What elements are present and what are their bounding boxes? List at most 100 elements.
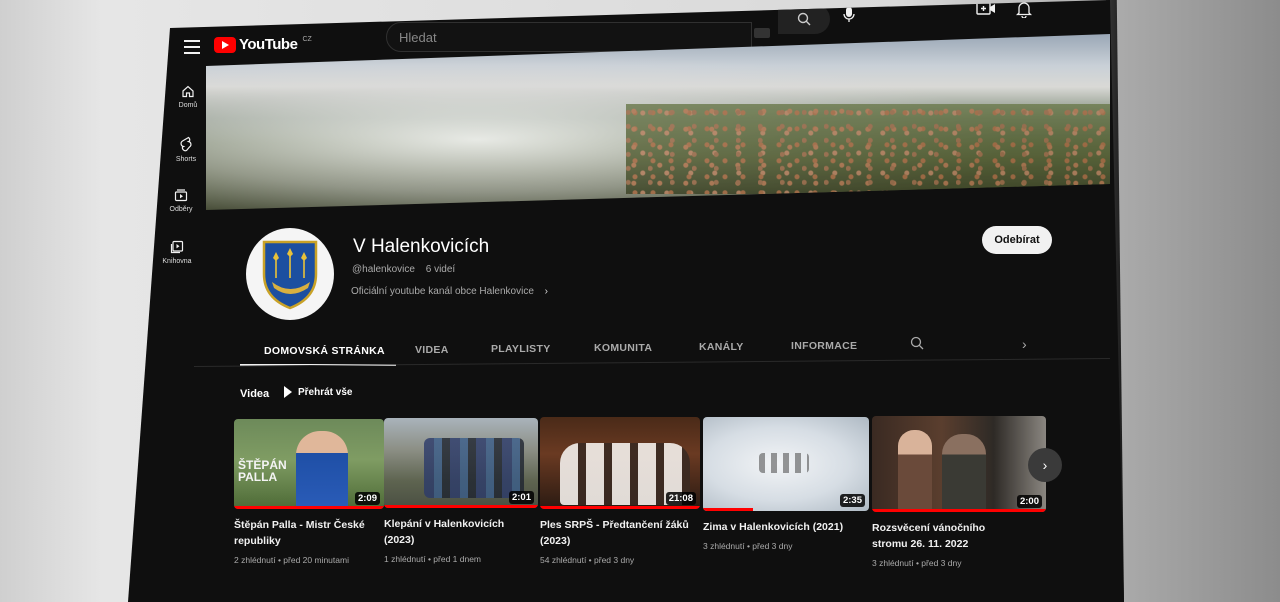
notifications-button[interactable] bbox=[1015, 0, 1034, 19]
play-icon bbox=[284, 386, 292, 398]
channel-description-text: Oficiální youtube kanál obce Halenkovice bbox=[351, 286, 534, 297]
video-title-line: republiky bbox=[234, 535, 281, 547]
keyboard-icon[interactable] bbox=[754, 28, 770, 38]
thumbnail-person bbox=[296, 431, 348, 509]
video-title-line: stromu 26. 11. 2022 bbox=[872, 538, 969, 550]
video-duration: 2:00 bbox=[1016, 495, 1042, 508]
sidebar-item-library[interactable]: Knihovna bbox=[157, 240, 197, 265]
sidebar-item-subscriptions[interactable]: Odběry bbox=[161, 188, 201, 213]
video-card[interactable]: 21:08 Ples SRPŠ - Předtančení žáků (2023… bbox=[540, 417, 700, 565]
video-thumbnail[interactable]: 2:01 bbox=[384, 418, 538, 508]
sidebar-item-label: Knihovna bbox=[162, 258, 192, 265]
create-video-icon bbox=[976, 2, 995, 15]
video-meta: 1 zhlédnutí • před 1 dnem bbox=[384, 554, 482, 564]
country-code: CZ bbox=[302, 36, 312, 43]
video-title[interactable]: Rozsvěcení vánočního stromu 26. 11. 2022 bbox=[872, 520, 1046, 552]
video-duration: 21:08 bbox=[665, 492, 696, 505]
video-duration: 2:09 bbox=[354, 492, 380, 505]
channel-banner bbox=[206, 34, 1110, 210]
subscriptions-icon bbox=[174, 189, 188, 202]
tab-videos[interactable]: VIDEA bbox=[415, 344, 449, 356]
sidebar-item-label: Shorts bbox=[175, 156, 197, 163]
chevron-right-icon: › bbox=[1042, 457, 1048, 473]
video-thumbnail[interactable]: 21:08 bbox=[540, 417, 700, 509]
youtube-page: YouTube CZ Hledat Domů Shorts Odběry Kni… bbox=[128, 0, 1124, 602]
youtube-play-icon bbox=[214, 36, 236, 53]
video-title-line: Rozsvěcení vánočního bbox=[872, 522, 986, 534]
search-input[interactable]: Hledat bbox=[386, 22, 752, 52]
video-title-line: (2023) bbox=[384, 534, 415, 546]
video-thumbnail[interactable]: 2:35 bbox=[703, 417, 869, 511]
channel-avatar[interactable] bbox=[246, 228, 334, 320]
coat-of-arms-icon bbox=[262, 240, 318, 310]
tab-about[interactable]: INFORMACE bbox=[791, 340, 857, 352]
video-thumbnail[interactable]: ŠTĚPÁN PALLA 2:09 bbox=[234, 419, 384, 509]
video-meta: 54 zhlédnutí • před 3 dny bbox=[540, 555, 635, 565]
video-card[interactable]: 2:00 Rozsvěcení vánočního stromu 26. 11.… bbox=[872, 416, 1046, 568]
video-title-line: Klepání v Halenkovicích bbox=[384, 518, 505, 530]
tabs-next-icon[interactable]: › bbox=[1022, 336, 1027, 352]
shorts-icon bbox=[180, 136, 192, 152]
thumbnail-houses bbox=[759, 453, 809, 473]
video-title-line: Zima v Halenkovicích (2021) bbox=[703, 521, 844, 533]
search-icon bbox=[910, 336, 924, 350]
channel-search-button[interactable] bbox=[910, 336, 924, 355]
video-card[interactable]: 2:01 Klepání v Halenkovicích (2023) 1 zh… bbox=[384, 418, 538, 564]
youtube-logo[interactable]: YouTube CZ bbox=[214, 36, 312, 53]
channel-name: V Halenkovicích bbox=[353, 236, 490, 257]
tab-playlists[interactable]: PLAYLISTY bbox=[491, 343, 551, 355]
thumbnail-people bbox=[898, 430, 932, 512]
watch-progress bbox=[872, 509, 1046, 512]
thumbnail-people-2 bbox=[942, 434, 986, 512]
video-card[interactable]: ŠTĚPÁN PALLA 2:09 Štěpán Palla - Mistr Č… bbox=[234, 419, 384, 565]
play-all-button[interactable]: Přehrát vše bbox=[284, 386, 352, 398]
video-title[interactable]: Klepání v Halenkovicích (2023) bbox=[384, 516, 538, 548]
watch-progress bbox=[540, 506, 700, 509]
search-placeholder: Hledat bbox=[399, 30, 437, 45]
video-title[interactable]: Štěpán Palla - Mistr České republiky bbox=[234, 517, 384, 549]
video-title[interactable]: Zima v Halenkovicích (2021) bbox=[703, 519, 869, 535]
microphone-button[interactable] bbox=[842, 6, 858, 26]
section-title: Videa bbox=[240, 388, 270, 400]
video-meta: 3 zhlédnutí • před 3 dny bbox=[872, 558, 962, 568]
play-all-label: Přehrát vše bbox=[298, 386, 353, 398]
channel-handle: @halenkovice bbox=[352, 264, 415, 275]
bell-icon bbox=[1015, 2, 1033, 19]
sidebar-item-label: Domů bbox=[178, 102, 198, 109]
logo-text: YouTube bbox=[239, 36, 298, 53]
sidebar-item-label: Odběry bbox=[169, 206, 193, 213]
video-title-line: (2023) bbox=[540, 535, 571, 547]
subscribe-button[interactable]: Odebírat bbox=[982, 226, 1052, 254]
tab-channels[interactable]: KANÁLY bbox=[699, 341, 744, 353]
thumbnail-people bbox=[424, 438, 524, 498]
sidebar-item-home[interactable]: Domů bbox=[168, 84, 208, 109]
video-thumbnail[interactable]: 2:00 bbox=[872, 416, 1046, 512]
video-title[interactable]: Ples SRPŠ - Předtančení žáků (2023) bbox=[540, 517, 700, 549]
channel-video-count: 6 videí bbox=[425, 264, 456, 275]
tab-home[interactable]: DOMOVSKÁ STRÁNKA bbox=[264, 345, 385, 357]
banner-village-image bbox=[626, 104, 1110, 194]
video-duration: 2:35 bbox=[839, 494, 865, 507]
tab-community[interactable]: KOMUNITA bbox=[594, 342, 652, 354]
microphone-icon bbox=[843, 7, 855, 22]
thumbnail-overlay-text: ŠTĚPÁN PALLA bbox=[238, 458, 287, 484]
channel-description[interactable]: Oficiální youtube kanál obce Halenkovice… bbox=[351, 286, 548, 297]
menu-icon[interactable] bbox=[184, 40, 200, 54]
watch-progress bbox=[703, 508, 753, 511]
search-icon bbox=[797, 12, 811, 26]
carousel-next-button[interactable]: › bbox=[1028, 448, 1062, 482]
tabs-divider bbox=[193, 358, 1110, 367]
library-icon bbox=[170, 240, 184, 254]
sidebar-item-shorts[interactable]: Shorts bbox=[166, 136, 206, 163]
search-button[interactable] bbox=[778, 4, 830, 34]
watch-progress bbox=[384, 505, 538, 508]
video-card[interactable]: 2:35 Zima v Halenkovicích (2021) 3 zhléd… bbox=[703, 417, 869, 551]
chevron-right-icon: › bbox=[544, 286, 549, 297]
video-meta: 3 zhlédnutí • před 3 dny bbox=[703, 541, 793, 551]
home-icon bbox=[182, 85, 194, 98]
video-meta: 2 zhlédnutí • před 20 minutami bbox=[234, 555, 349, 565]
video-title-line: Ples SRPŠ - Předtančení žáků bbox=[540, 519, 689, 531]
watch-progress bbox=[234, 506, 384, 509]
channel-meta: @halenkovice 6 videí bbox=[352, 264, 455, 275]
create-video-button[interactable] bbox=[976, 0, 996, 16]
